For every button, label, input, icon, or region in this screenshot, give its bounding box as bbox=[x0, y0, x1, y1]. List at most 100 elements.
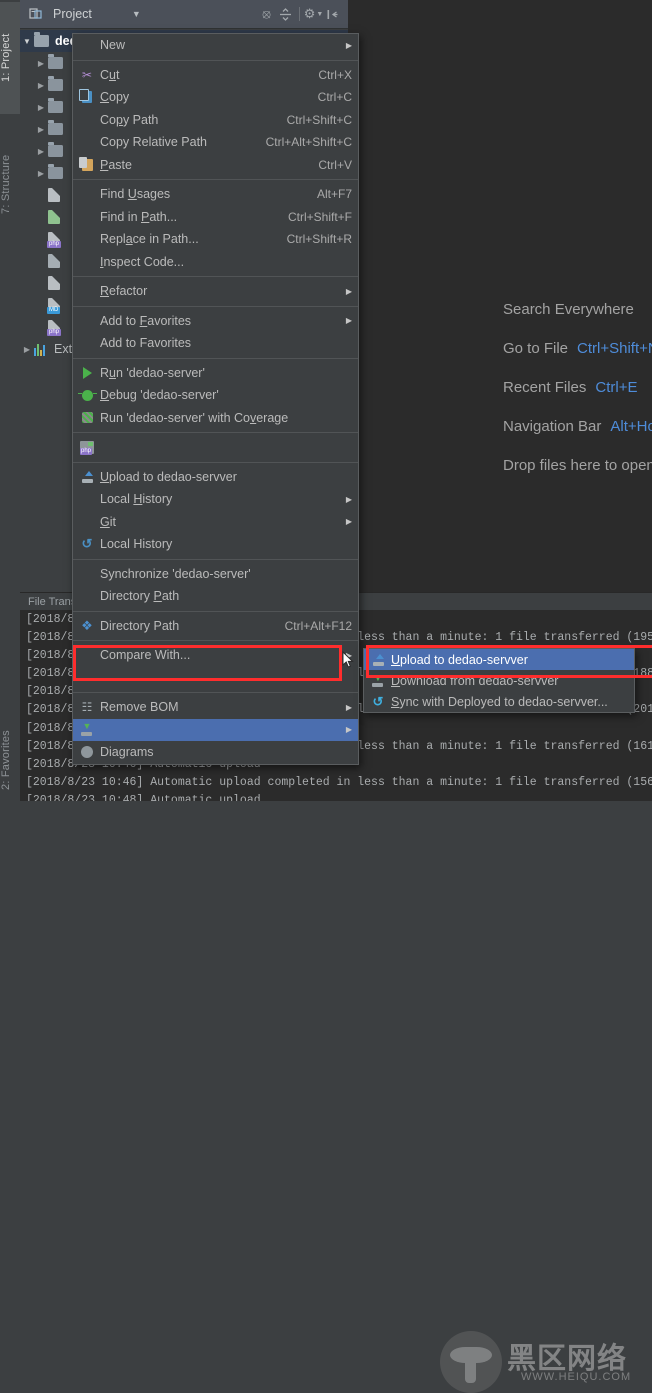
menu-item-label: Run 'dedao-server' bbox=[100, 365, 205, 380]
menu-item-git[interactable]: Git ▶ bbox=[73, 511, 358, 534]
menu-item-label: Paste bbox=[100, 157, 132, 172]
menu-item-remove-bom[interactable] bbox=[73, 667, 358, 690]
project-view-icon bbox=[26, 5, 45, 24]
tree-expand-arrow-icon[interactable]: ▶ bbox=[34, 125, 48, 134]
tree-expand-arrow-icon[interactable]: ▶ bbox=[20, 345, 34, 354]
menu-item-run-with-coverage[interactable]: Run 'dedao-server' with Coverage bbox=[73, 407, 358, 430]
menu-item-show-image-thumbnails[interactable]: Add to Favorites bbox=[73, 332, 358, 355]
tree-expand-arrow-icon[interactable]: ▶ bbox=[34, 147, 48, 156]
menu-item-label: Inspect Code... bbox=[100, 254, 185, 269]
submenu-item-label: Download from dedao-servver bbox=[391, 673, 559, 688]
menu-item-new[interactable]: New ▶ bbox=[73, 34, 358, 57]
menu-item-label: Upload to dedao-servver bbox=[100, 469, 237, 484]
menu-item-label: Refactor bbox=[100, 284, 148, 299]
menu-item-label: Directory Path bbox=[100, 618, 180, 633]
menu-item-synchronize[interactable]: ↺ Local History bbox=[73, 533, 358, 556]
menu-item-directory-path[interactable]: Directory Path bbox=[73, 585, 358, 608]
menu-item-copy[interactable]: Copy Ctrl+C bbox=[73, 86, 358, 109]
menu-item-mark-directory-as[interactable]: Compare With... ▶ bbox=[73, 644, 358, 667]
submenu-item-label: Upload to dedao-servver bbox=[391, 652, 528, 667]
tree-expand-arrow-icon[interactable]: ▶ bbox=[34, 59, 48, 68]
submenu-arrow-icon: ▶ bbox=[345, 286, 352, 296]
deployment-submenu[interactable]: Upload to dedao-servver Download from de… bbox=[363, 648, 635, 713]
tree-expand-arrow-icon[interactable]: ▶ bbox=[34, 103, 48, 112]
locate-icon[interactable]: ⦻ bbox=[257, 5, 276, 24]
menu-separator bbox=[73, 59, 358, 61]
folder-icon bbox=[48, 120, 63, 135]
menu-item-cut[interactable]: ✂ Cut Ctrl+X bbox=[73, 64, 358, 87]
tree-expand-arrow-icon[interactable]: ▼ bbox=[20, 37, 34, 46]
hint-shortcut: Alt+Home bbox=[610, 418, 652, 435]
menu-item-run[interactable]: Run 'dedao-server' bbox=[73, 362, 358, 385]
menu-separator bbox=[73, 461, 358, 463]
menu-item-add-to-favorites[interactable]: Add to Favorites ▶ bbox=[73, 310, 358, 333]
menu-item-create-dedao-server[interactable] bbox=[73, 436, 358, 459]
menu-separator bbox=[73, 179, 358, 180]
menu-item-create-gist[interactable]: Diagrams bbox=[73, 741, 358, 764]
menu-item-label: Find Usages bbox=[100, 187, 171, 202]
hint-label: Go to File bbox=[503, 340, 569, 357]
spreadsheet-icon bbox=[48, 210, 60, 224]
watermark-text: 黑区网络 bbox=[507, 1341, 628, 1375]
menu-item-compare-with[interactable]: ❖ Directory Path Ctrl+Alt+F12 bbox=[73, 615, 358, 638]
menu-item-label: Copy bbox=[100, 90, 130, 105]
menu-shortcut: Ctrl+Alt+F12 bbox=[284, 618, 352, 633]
menu-separator bbox=[73, 610, 358, 612]
hint-label: Drop files here to open bbox=[503, 457, 652, 474]
menu-item-label: Directory Path bbox=[100, 589, 180, 604]
file-icon bbox=[48, 276, 60, 290]
menu-item-label: Git bbox=[100, 514, 116, 529]
sidebar-tab-project[interactable]: 1: Project bbox=[0, 2, 20, 114]
menu-item-label: Copy Path bbox=[100, 112, 159, 127]
menu-separator bbox=[73, 357, 358, 359]
menu-item-replace-in-path[interactable]: Replace in Path... Ctrl+Shift+R bbox=[73, 228, 358, 251]
menu-item-inspect-code[interactable]: Inspect Code... bbox=[73, 251, 358, 274]
php-icon bbox=[77, 440, 97, 455]
menu-item-paste[interactable]: Paste Ctrl+V bbox=[73, 154, 358, 177]
menu-item-find-in-path[interactable]: Find in Path... Ctrl+Shift+F bbox=[73, 206, 358, 229]
menu-separator bbox=[73, 640, 358, 641]
menu-separator bbox=[73, 692, 358, 693]
sync-icon: ↺ bbox=[81, 536, 93, 552]
menu-item-find-usages[interactable]: Find Usages Alt+F7 bbox=[73, 183, 358, 206]
context-menu[interactable]: New ▶ ✂ Cut Ctrl+X Copy Ctrl+C Copy Path Ctrl… bbox=[72, 33, 359, 765]
tree-expand-arrow-icon[interactable]: ▶ bbox=[34, 169, 48, 178]
submenu-arrow-icon: ▶ bbox=[345, 702, 352, 712]
menu-shortcut: Ctrl+V bbox=[318, 157, 352, 172]
tree-expand-arrow-icon[interactable]: ▶ bbox=[34, 81, 48, 90]
menu-item-diagrams[interactable]: ☷ Remove BOM ▶ bbox=[73, 696, 358, 719]
menu-item-label: Compare With... bbox=[100, 648, 191, 663]
mushroom-logo-icon bbox=[440, 1331, 502, 1393]
file-icon bbox=[48, 188, 60, 202]
gist-icon bbox=[77, 746, 97, 759]
menu-item-copy-path[interactable]: Copy Path Ctrl+Shift+C bbox=[73, 109, 358, 132]
menu-separator bbox=[73, 432, 358, 433]
submenu-item-download[interactable]: Download from dedao-servver bbox=[364, 670, 634, 691]
menu-item-debug[interactable]: Debug 'dedao-server' bbox=[73, 384, 358, 407]
menu-item-refactor[interactable]: Refactor ▶ bbox=[73, 280, 358, 303]
hide-panel-icon[interactable] bbox=[323, 5, 342, 24]
submenu-item-upload[interactable]: Upload to dedao-servver bbox=[364, 649, 634, 670]
folder-icon bbox=[48, 76, 63, 91]
menu-item-upload-to-dedao-servver[interactable]: Upload to dedao-servver bbox=[73, 466, 358, 489]
upload-icon bbox=[77, 470, 97, 483]
menu-item-deployment[interactable]: ▶ bbox=[73, 718, 358, 741]
submenu-arrow-icon: ▶ bbox=[345, 725, 352, 735]
menu-item-local-history[interactable]: Local History ▶ bbox=[73, 488, 358, 511]
folder-icon bbox=[48, 164, 63, 179]
menu-item-copy-relative-path[interactable]: Copy Relative Path Ctrl+Alt+Shift+C bbox=[73, 131, 358, 154]
settings-gear-icon[interactable]: ⚙ ▼ bbox=[304, 5, 324, 24]
watermark: 黑区网络 WWW.HEIQU.COM bbox=[435, 1331, 652, 1393]
collapse-all-icon[interactable] bbox=[276, 5, 295, 24]
hint-go-to-file: Go to File Ctrl+Shift+N bbox=[348, 329, 652, 368]
sidebar-tab-project-label: 1: Project bbox=[0, 33, 12, 83]
menu-item-show-in-explorer[interactable]: Synchronize 'dedao-server' bbox=[73, 563, 358, 586]
sidebar-tab-structure[interactable]: 7: Structure bbox=[0, 128, 20, 240]
project-panel-title: Project bbox=[53, 7, 92, 21]
chevron-down-icon[interactable]: ▼ bbox=[132, 9, 141, 19]
php-file-icon: php bbox=[47, 320, 62, 336]
mushroom-stem bbox=[465, 1359, 476, 1383]
sidebar-tab-favorites[interactable]: 2: Favorites bbox=[0, 723, 20, 797]
submenu-item-sync[interactable]: ↺ Sync with Deployed to dedao-servver... bbox=[364, 691, 634, 712]
log-line: [2018/8/23 10:48] Automatic upload bbox=[26, 793, 261, 801]
